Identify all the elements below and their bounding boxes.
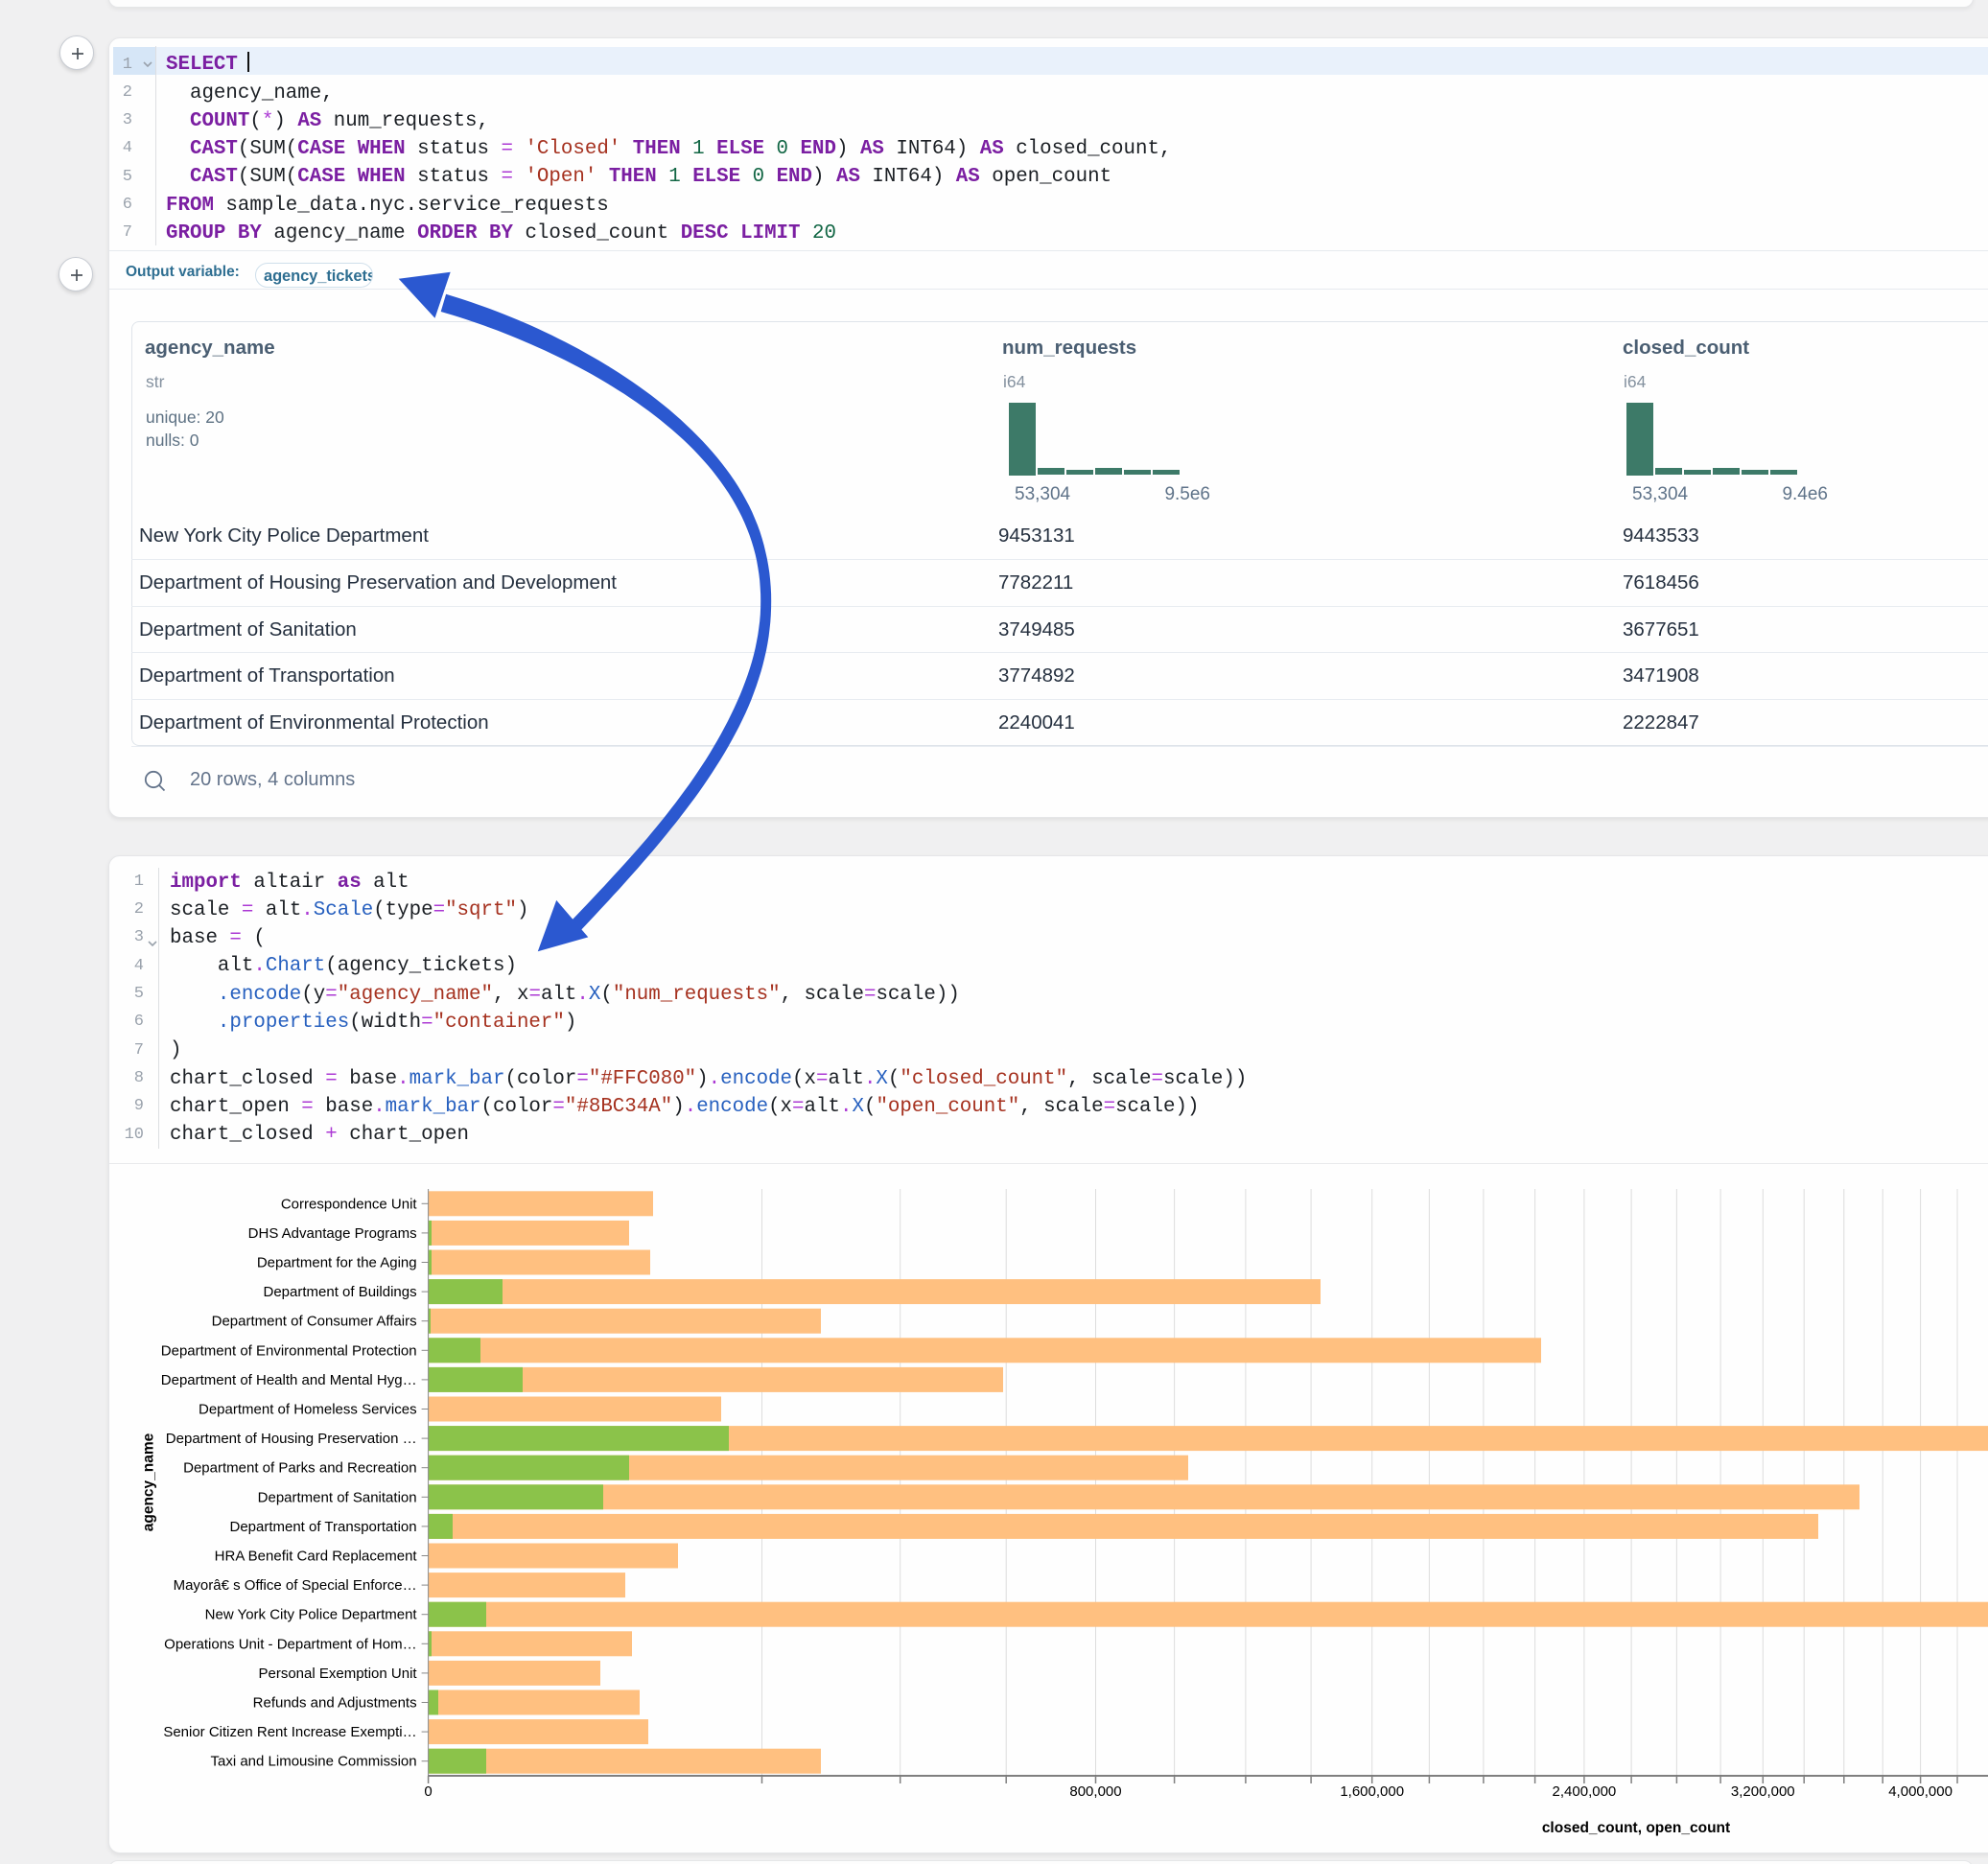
svg-text:Mayorâ€ s Office of Special En: Mayorâ€ s Office of Special Enforce… xyxy=(174,1577,417,1594)
svg-text:New York City Police Departmen: New York City Police Department xyxy=(205,1607,418,1623)
svg-text:4,000,000: 4,000,000 xyxy=(1888,1783,1953,1800)
svg-text:Correspondence Unit: Correspondence Unit xyxy=(281,1196,418,1212)
svg-text:agency_name: agency_name xyxy=(141,1433,157,1531)
svg-text:Department of Sanitation: Department of Sanitation xyxy=(258,1489,417,1505)
svg-text:Taxi and Limousine Commission: Taxi and Limousine Commission xyxy=(211,1754,417,1770)
svg-text:DHS Advantage Programs: DHS Advantage Programs xyxy=(248,1225,417,1242)
svg-text:Department for the Aging: Department for the Aging xyxy=(257,1255,417,1271)
svg-text:3,200,000: 3,200,000 xyxy=(1731,1783,1795,1800)
svg-text:Department of Buildings: Department of Buildings xyxy=(264,1284,417,1300)
svg-text:0: 0 xyxy=(424,1783,432,1800)
svg-text:2,400,000: 2,400,000 xyxy=(1553,1783,1617,1800)
svg-text:closed_count, open_count: closed_count, open_count xyxy=(1542,1820,1730,1836)
svg-text:Department of Parks and Recrea: Department of Parks and Recreation xyxy=(183,1460,416,1477)
svg-text:HRA Benefit Card Replacement: HRA Benefit Card Replacement xyxy=(215,1549,418,1565)
svg-text:Operations Unit - Department o: Operations Unit - Department of Hom… xyxy=(164,1636,416,1652)
svg-text:800,000: 800,000 xyxy=(1069,1783,1121,1800)
svg-text:1,600,000: 1,600,000 xyxy=(1340,1783,1404,1800)
svg-text:Personal Exemption Unit: Personal Exemption Unit xyxy=(259,1666,418,1682)
svg-text:Department of Homeless Service: Department of Homeless Services xyxy=(199,1402,417,1418)
svg-text:Refunds and Adjustments: Refunds and Adjustments xyxy=(253,1695,417,1712)
svg-text:Senior Citizen Rent Increase E: Senior Citizen Rent Increase Exempti… xyxy=(163,1724,416,1740)
svg-text:Department of Health and Menta: Department of Health and Mental Hyg… xyxy=(161,1372,417,1388)
svg-text:Department of Environmental Pr: Department of Environmental Protection xyxy=(161,1342,417,1359)
svg-text:Department of Consumer Affairs: Department of Consumer Affairs xyxy=(212,1314,417,1330)
svg-text:Department of Housing Preserva: Department of Housing Preservation … xyxy=(166,1431,417,1447)
svg-text:Department of Transportation: Department of Transportation xyxy=(229,1519,416,1535)
